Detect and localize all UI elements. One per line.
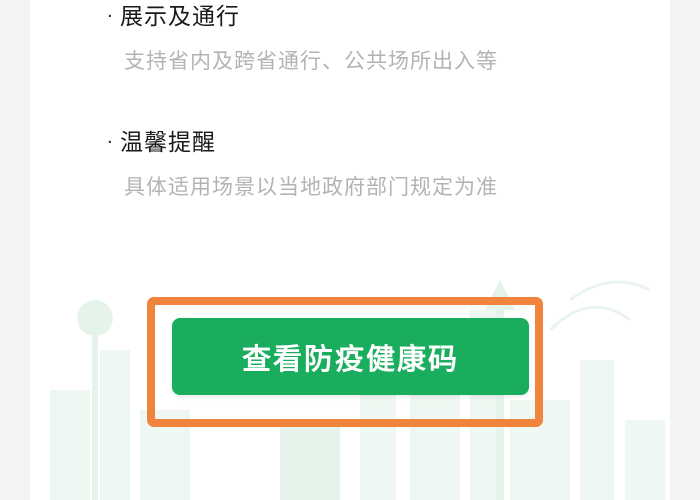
section-display-access: · 展示及通行 支持省内及跨省通行、公共场所出入等 [107,2,498,76]
bullet-dot: · [107,132,113,153]
view-health-code-button[interactable]: 查看防疫健康码 [172,318,529,395]
section-heading: · 温馨提醒 [107,128,498,158]
section-title: 温馨提醒 [120,130,216,156]
bullet-dot: · [107,6,113,27]
section-heading: · 展示及通行 [107,2,498,32]
section-description: 具体适用场景以当地政府部门规定为准 [124,175,498,199]
section-description: 支持省内及跨省通行、公共场所出入等 [124,49,498,73]
section-reminder: · 温馨提醒 具体适用场景以当地政府部门规定为准 [107,128,498,202]
section-title: 展示及通行 [120,4,240,30]
info-card: · 展示及通行 支持省内及跨省通行、公共场所出入等 · 温馨提醒 具体适用场景以… [30,0,670,500]
